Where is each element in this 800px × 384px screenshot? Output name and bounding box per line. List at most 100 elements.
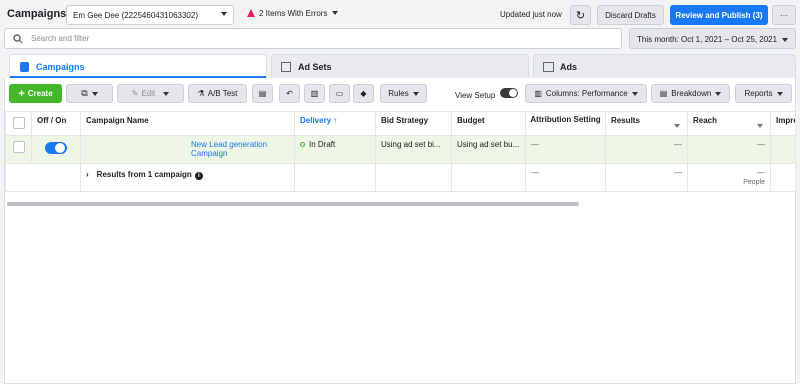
tag-button[interactable]: ◆ xyxy=(353,84,374,103)
create-button[interactable]: + Create xyxy=(9,84,62,103)
delivery-cell: In Draft xyxy=(294,135,376,164)
column-header-delivery[interactable]: Delivery ↑ xyxy=(294,111,376,136)
reach-cell: — xyxy=(687,135,771,164)
column-header-impressions[interactable]: Impress xyxy=(770,111,796,136)
campaign-toggle[interactable] xyxy=(45,142,67,154)
chevron-down-icon xyxy=(163,91,170,96)
campaign-name-link[interactable]: New Lead generation Campaign xyxy=(191,140,267,158)
chevron-down-icon xyxy=(757,124,763,128)
page-title: Campaigns xyxy=(7,8,67,20)
preview-button[interactable]: ▭ xyxy=(329,84,350,103)
rules-button[interactable]: Rules xyxy=(380,84,427,103)
pencil-icon: ✎ xyxy=(131,89,139,98)
results-header-label: Results xyxy=(611,116,640,125)
summary-empty-cell xyxy=(294,163,376,192)
tag-icon: ◆ xyxy=(360,89,367,98)
view-setup-toggle[interactable]: View Setup xyxy=(455,88,519,100)
date-range-picker[interactable]: This month: Oct 1, 2021 – Oct 25, 2021 xyxy=(629,28,796,49)
chevron-down-icon xyxy=(91,91,98,96)
plus-icon: + xyxy=(18,87,25,100)
columns-button[interactable]: ▥ Columns: Performance xyxy=(525,84,647,103)
reports-label: Reports xyxy=(744,89,773,98)
tab-ads[interactable]: Ads xyxy=(533,54,796,78)
select-all-checkbox[interactable] xyxy=(13,117,25,129)
toggle-switch[interactable] xyxy=(500,88,519,98)
trash-icon: ▥ xyxy=(310,89,319,98)
duplicate-icon: ⧉ xyxy=(81,88,88,98)
summary-label: Results from 1 campaign xyxy=(96,170,192,179)
select-all-cell[interactable] xyxy=(5,111,32,136)
row-checkbox[interactable] xyxy=(13,141,25,153)
breakdown-button[interactable]: ▤ Breakdown xyxy=(651,84,730,103)
ab-test-button[interactable]: ⚗ A/B Test xyxy=(188,84,247,103)
account-selector[interactable]: Em Gee Dee (2225460431063302) xyxy=(66,5,234,25)
view-setup-label: View Setup xyxy=(455,91,496,100)
attribution-header-label: Attribution Setting xyxy=(530,115,601,124)
errors-dropdown[interactable]: 2 Items With Errors xyxy=(247,9,339,18)
column-header-results[interactable]: Results xyxy=(605,111,688,136)
table-header-row: Off / On Campaign Name Delivery ↑ Bid St… xyxy=(5,111,796,136)
chevron-down-icon xyxy=(715,91,722,96)
column-header-budget[interactable]: Budget xyxy=(451,111,526,136)
columns-label: Columns: Performance xyxy=(545,89,628,98)
summary-label-cell[interactable]: › Results from 1 campaign i xyxy=(80,163,295,192)
column-header-bid-strategy[interactable]: Bid Strategy xyxy=(375,111,452,136)
column-header-campaign-name[interactable]: Campaign Name xyxy=(80,111,295,136)
status-dot-icon xyxy=(300,142,305,147)
campaigns-table: Off / On Campaign Name Delivery ↑ Bid St… xyxy=(5,111,796,192)
column-header-attribution[interactable]: Attribution Setting xyxy=(525,111,606,136)
rules-label: Rules xyxy=(388,89,409,98)
attribution-cell: — xyxy=(525,135,606,164)
search-icon xyxy=(13,34,23,44)
ad-sets-grid-icon xyxy=(281,62,291,72)
breakdown-icon: ▤ xyxy=(659,89,668,98)
chevron-down-icon xyxy=(782,38,788,42)
chevron-down-icon xyxy=(412,91,419,96)
reports-button[interactable]: Reports xyxy=(735,84,792,103)
column-header-off-on: Off / On xyxy=(31,111,81,136)
budget-cell: Using ad set bu... xyxy=(451,135,526,164)
chevron-down-icon xyxy=(332,11,339,15)
summary-reach-cell: — People xyxy=(687,163,771,192)
row-checkbox-cell[interactable] xyxy=(5,135,32,164)
update-status: Updated just now xyxy=(500,10,562,19)
ad-page-icon xyxy=(543,62,554,72)
campaign-name-cell[interactable]: New Lead generation Campaign xyxy=(80,135,295,164)
warning-icon xyxy=(247,9,255,17)
info-icon[interactable]: i xyxy=(194,172,203,180)
summary-empty-cell xyxy=(5,163,32,192)
more-button[interactable]: ··· xyxy=(772,5,796,25)
tab-ad-sets[interactable]: Ad Sets xyxy=(271,54,529,78)
summary-reach-unit: People xyxy=(743,179,765,186)
discard-drafts-button[interactable]: Discard Drafts xyxy=(597,5,664,25)
campaign-folder-icon xyxy=(20,62,29,72)
errors-label: 2 Items With Errors xyxy=(259,9,328,18)
breakdown-label: Breakdown xyxy=(671,89,712,98)
search-input[interactable]: Search and filter xyxy=(4,28,622,49)
review-publish-button[interactable]: Review and Publish (3) xyxy=(670,5,768,25)
chevron-down-icon xyxy=(674,124,680,128)
duplicate-button[interactable]: ⧉ xyxy=(66,84,113,103)
refresh-button[interactable]: ↻ xyxy=(570,5,591,25)
clipboard-button[interactable]: ▤ xyxy=(252,84,273,103)
row-toggle-cell[interactable] xyxy=(31,135,81,164)
summary-empty-cell xyxy=(451,163,526,192)
clipboard-icon: ▤ xyxy=(258,89,267,98)
undo-button[interactable]: ↶ xyxy=(279,84,300,103)
summary-results-cell: — xyxy=(605,163,688,192)
table-row[interactable]: New Lead generation Campaign In Draft Us… xyxy=(5,135,796,164)
bid-strategy-cell: Using ad set bi... xyxy=(375,135,452,164)
delete-button[interactable]: ▥ xyxy=(304,84,325,103)
edit-button[interactable]: ✎ Edit xyxy=(117,84,184,103)
column-header-reach[interactable]: Reach xyxy=(687,111,771,136)
chevron-right-icon[interactable]: › xyxy=(86,170,89,179)
columns-icon: ▥ xyxy=(534,89,542,98)
tab-campaigns[interactable]: Campaigns xyxy=(9,54,267,78)
results-cell: — xyxy=(605,135,688,164)
summary-empty-cell xyxy=(31,163,81,192)
horizontal-scrollbar[interactable] xyxy=(7,202,579,206)
refresh-icon: ↻ xyxy=(575,9,586,22)
date-range-label: This month: Oct 1, 2021 – Oct 25, 2021 xyxy=(637,35,778,44)
chevron-down-icon xyxy=(776,91,783,96)
summary-row: › Results from 1 campaign i — — — People xyxy=(5,163,796,192)
